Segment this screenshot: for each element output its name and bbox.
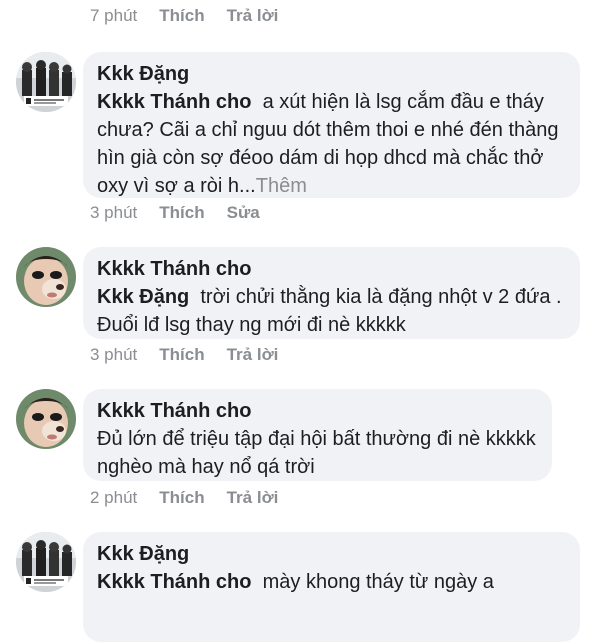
comment-bubble: Kkkk Thánh cho Kkk Đặng trời chửi thằng …	[83, 247, 580, 339]
group-photo-avatar-icon	[16, 52, 76, 112]
comment-bubble: Kkkk Thánh cho Đủ lớn để triệu tập đại h…	[83, 389, 552, 481]
comment-author[interactable]: Kkk Đặng	[97, 60, 566, 88]
comment-actions: 3 phút Thích Sửa	[90, 203, 260, 223]
comment-body: Đủ lớn để triệu tập đại hội bất thường đ…	[97, 428, 536, 478]
comment-text: Đủ lớn để triệu tập đại hội bất thường đ…	[97, 425, 538, 481]
comment-actions-top: 7 phút Thích Trả lời	[90, 6, 278, 26]
dog-face-avatar-icon	[16, 389, 76, 449]
reply-button[interactable]: Trả lời	[227, 488, 279, 508]
comment-time: 3 phút	[90, 203, 138, 222]
comment-time: 3 phút	[90, 345, 138, 364]
reply-button[interactable]: Trả lời	[227, 345, 279, 365]
comment-bubble: Kkk Đặng Kkkk Thánh cho a xút hiện là ls…	[83, 52, 580, 198]
avatar[interactable]	[16, 532, 76, 592]
comment-bubble: Kkk Đặng Kkkk Thánh cho mày khong tháy t…	[83, 532, 580, 642]
comment-text: Kkkk Thánh cho a xút hiện là lsg cắm đầu…	[97, 88, 566, 200]
like-button[interactable]: Thích	[159, 6, 204, 26]
like-button[interactable]: Thích	[159, 345, 204, 365]
comment-time: 7 phút	[90, 6, 138, 25]
comment-author[interactable]: Kkkk Thánh cho	[97, 397, 538, 425]
mention-tag[interactable]: Kkk Đặng	[97, 286, 189, 308]
comment-text: Kkk Đặng trời chửi thằng kia là đặng nhộ…	[97, 283, 566, 339]
comment-actions: 3 phút Thích Trả lời	[90, 345, 278, 365]
like-button[interactable]: Thích	[159, 488, 204, 508]
comment-text: Kkkk Thánh cho mày khong tháy từ ngày a	[97, 568, 566, 596]
avatar[interactable]	[16, 52, 76, 112]
comment-author[interactable]: Kkkk Thánh cho	[97, 255, 566, 283]
reply-button[interactable]: Trả lời	[227, 6, 279, 26]
comment-thread: 7 phút Thích Trả lời Kkk Đặng Kkkk Thánh…	[0, 0, 600, 642]
dog-face-avatar-icon	[16, 247, 76, 307]
comment-time: 2 phút	[90, 488, 138, 507]
avatar[interactable]	[16, 247, 76, 307]
avatar[interactable]	[16, 389, 76, 449]
comment-actions: 2 phút Thích Trả lời	[90, 488, 278, 508]
like-button[interactable]: Thích	[159, 203, 204, 223]
see-more-link[interactable]: Thêm	[256, 175, 307, 197]
mention-tag[interactable]: Kkkk Thánh cho	[97, 91, 251, 113]
group-photo-avatar-icon	[16, 532, 76, 592]
comment-body: mày khong tháy từ ngày a	[262, 571, 494, 593]
comment-author[interactable]: Kkk Đặng	[97, 540, 566, 568]
edit-button[interactable]: Sửa	[227, 203, 260, 223]
mention-tag[interactable]: Kkkk Thánh cho	[97, 571, 251, 593]
